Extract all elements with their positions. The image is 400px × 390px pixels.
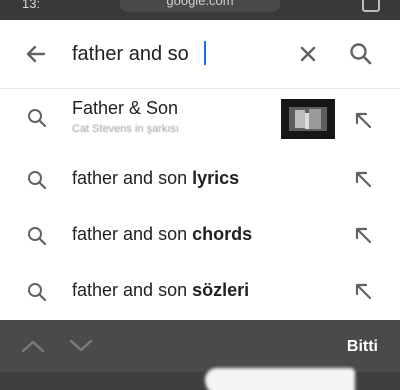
search-icon[interactable] [347, 40, 375, 68]
tabs-icon[interactable] [362, 0, 380, 12]
suggestion-item[interactable]: Father & Son Cat Stevens in şarkısı [0, 89, 400, 151]
fill-query-arrow-icon[interactable] [352, 109, 374, 131]
done-button[interactable]: Bitti [347, 338, 378, 356]
back-arrow-icon[interactable] [22, 40, 50, 68]
fill-query-arrow-icon[interactable] [352, 224, 374, 246]
keyboard-toolbar: Bitti [0, 320, 400, 372]
suggestion-title: Father & Son [72, 98, 179, 118]
search-icon [26, 281, 48, 303]
clear-icon[interactable] [296, 42, 320, 66]
status-time: 13: [22, 0, 41, 11]
search-input[interactable] [72, 38, 272, 70]
suggestion-prefix: father and son [72, 168, 188, 188]
search-icon [26, 169, 48, 191]
suggestion-prefix: father and son [72, 280, 188, 300]
keyboard-area [0, 368, 400, 390]
search-bar [0, 20, 400, 88]
fill-query-arrow-icon[interactable] [352, 168, 374, 190]
suggestion-list: Father & Son Cat Stevens in şarkısı fath… [0, 89, 400, 319]
suggestion-prefix: father and son [72, 224, 188, 244]
chevron-up-icon[interactable] [20, 338, 46, 354]
text-caret [204, 41, 206, 65]
suggestion-suffix: sözleri [192, 280, 250, 300]
suggestion-subtitle: Cat Stevens in şarkısı [72, 123, 179, 135]
browser-top-bar: 13: google.com [0, 0, 400, 20]
suggestion-item[interactable]: father and son lyrics [0, 151, 400, 207]
suggestion-label: father and son lyrics [72, 168, 239, 189]
address-bar[interactable]: google.com [120, 0, 280, 12]
suggestion-label: father and son sözleri [72, 280, 249, 301]
suggestion-suffix: lyrics [192, 168, 240, 188]
suggestion-label: father and son chords [72, 224, 252, 245]
search-icon [26, 225, 48, 247]
fill-query-arrow-icon[interactable] [352, 280, 374, 302]
suggestion-item[interactable]: father and son chords [0, 207, 400, 263]
redaction-smudge [205, 368, 355, 390]
suggestion-item[interactable]: father and son sözleri [0, 263, 400, 319]
search-icon [26, 107, 48, 129]
chevron-down-icon[interactable] [68, 338, 94, 354]
suggestion-suffix: chords [192, 224, 253, 244]
album-thumbnail [281, 99, 335, 139]
